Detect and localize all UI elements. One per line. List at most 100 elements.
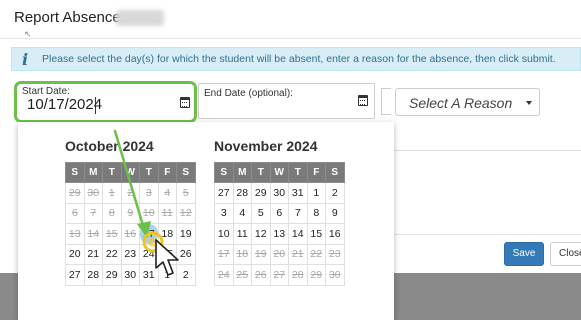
calendar-day[interactable]: 16 bbox=[325, 223, 345, 245]
calendar-week-row: 27 28 29 30 31 1 2 bbox=[214, 182, 345, 204]
calendar-week-row: 10 11 12 13 14 15 16 bbox=[214, 223, 345, 245]
calendar-week-row: 3456789 bbox=[214, 202, 345, 224]
calendar-day-selected[interactable]: 17 bbox=[139, 223, 159, 245]
weekday-header: F bbox=[306, 162, 326, 183]
text-caret bbox=[95, 97, 96, 114]
month-october: October 2024 S M T W T F S 29 30 1 2 3 4 5 6 7 8 9 10 11 12 1… bbox=[65, 138, 196, 286]
calendar-day[interactable]: 27 bbox=[214, 182, 234, 204]
weekday-header: T bbox=[102, 162, 122, 183]
start-date-field[interactable]: Start Date: 10/17/2024 bbox=[14, 81, 197, 123]
weekday-header: W bbox=[269, 162, 289, 183]
calendar-day-disabled: 7 bbox=[83, 202, 103, 224]
calendar-day-disabled: 30 bbox=[83, 182, 103, 204]
calendar-week-row: 29 30 1 2 3 4 5 bbox=[65, 182, 196, 204]
calendar-day[interactable]: 2 bbox=[176, 264, 196, 286]
calendar-day[interactable]: 11 bbox=[232, 223, 252, 245]
calendar-day[interactable]: 19 bbox=[176, 223, 196, 245]
calendar-day[interactable]: 23 bbox=[120, 243, 140, 265]
calendar-day[interactable]: 29 bbox=[102, 264, 122, 286]
reason-select[interactable]: Select A Reason bbox=[395, 88, 540, 116]
calendar-day-disabled: 15 bbox=[102, 223, 122, 245]
weekday-header: S bbox=[176, 162, 196, 183]
form-divider bbox=[394, 150, 581, 151]
calendar-day[interactable]: 31 bbox=[139, 264, 159, 286]
calendar-day-disabled: 3 bbox=[139, 182, 159, 204]
caret-down-icon bbox=[526, 101, 532, 105]
calendar-day-disabled: 23 bbox=[325, 243, 345, 265]
calendar-day-disabled: 12 bbox=[176, 202, 196, 224]
info-alert: i Please select the day(s) for which the… bbox=[11, 47, 581, 71]
calendar-day-disabled: 24 bbox=[214, 264, 234, 286]
calendar-day-disabled: 29 bbox=[65, 182, 85, 204]
weekday-header: T bbox=[288, 162, 308, 183]
info-alert-text: Please select the day(s) for which the s… bbox=[42, 53, 556, 65]
calendar-day-disabled: 11 bbox=[157, 202, 177, 224]
calendar-icon[interactable] bbox=[180, 97, 190, 108]
calendar-day[interactable]: 27 bbox=[65, 264, 85, 286]
close-button[interactable]: Close bbox=[550, 242, 581, 266]
calendar-day[interactable]: 5 bbox=[251, 202, 271, 224]
calendar-week-row: 24 25 26 27 28 29 30 bbox=[214, 264, 345, 286]
calendar-day[interactable]: 30 bbox=[269, 182, 289, 204]
end-date-field[interactable]: End Date (optional): bbox=[198, 83, 375, 119]
calendar-day-disabled: 21 bbox=[288, 243, 308, 265]
calendar-week-row: 6 7 8 9 10 11 12 bbox=[65, 202, 196, 224]
calendar-day[interactable]: 8 bbox=[306, 202, 326, 224]
calendar-day-disabled: 29 bbox=[306, 264, 326, 286]
start-date-input[interactable]: 10/17/2024 bbox=[27, 96, 102, 113]
calendar-day[interactable]: 13 bbox=[269, 223, 289, 245]
calendar-day[interactable]: 18 bbox=[157, 223, 177, 245]
footer-divider bbox=[394, 234, 581, 235]
calendar-day-disabled: 27 bbox=[269, 264, 289, 286]
calendar-day[interactable]: 22 bbox=[102, 243, 122, 265]
calendar-day[interactable]: 9 bbox=[325, 202, 345, 224]
calendar-day[interactable]: 1 bbox=[306, 182, 326, 204]
calendar-day-disabled: 5 bbox=[176, 182, 196, 204]
calendar-day-disabled: 30 bbox=[325, 264, 345, 286]
calendar-day-disabled: 13 bbox=[65, 223, 85, 245]
month-title: November 2024 bbox=[214, 138, 318, 154]
calendar-week-row: 27 28 29 30 31 1 2 bbox=[65, 264, 196, 286]
calendar-day[interactable]: 29 bbox=[251, 182, 271, 204]
calendar-day-disabled: 4 bbox=[157, 182, 177, 204]
reason-select-value: Select A Reason bbox=[409, 95, 513, 111]
end-date-label: End Date (optional): bbox=[204, 88, 293, 99]
calendar-day[interactable]: 3 bbox=[214, 202, 234, 224]
calendar-day[interactable]: 10 bbox=[214, 223, 234, 245]
calendar-day[interactable]: 15 bbox=[306, 223, 326, 245]
calendar-day[interactable]: 1 bbox=[157, 264, 177, 286]
calendar-day[interactable]: 26 bbox=[176, 243, 196, 265]
calendar-day[interactable]: 30 bbox=[120, 264, 140, 286]
calendar-day[interactable]: 4 bbox=[232, 202, 252, 224]
month-grid: S M T W T F S 27 28 29 30 31 1 2 3 4 5 6 7 8 9 10 11 12 13 14 15 16… bbox=[214, 162, 345, 286]
weekday-header: S bbox=[65, 162, 85, 183]
calendar-day[interactable]: 28 bbox=[232, 182, 252, 204]
calendar-day-disabled: 6 bbox=[65, 202, 85, 224]
calendar-day[interactable]: 24 bbox=[139, 243, 159, 265]
month-grid: S M T W T F S 29 30 1 2 3 4 5 6 7 8 9 10 11 12 13 14 15 16 17 18 19… bbox=[65, 162, 196, 286]
calendar-week-row: 17 18 19 20 21 22 23 bbox=[214, 243, 345, 265]
info-icon: i bbox=[22, 50, 29, 69]
date-picker-popup: October 2024 S M T W T F S 29 30 1 2 3 4 5 6 7 8 9 10 11 12 1… bbox=[18, 122, 394, 320]
month-title: October 2024 bbox=[65, 138, 154, 154]
weekday-header: T bbox=[251, 162, 271, 183]
calendar-day[interactable]: 14 bbox=[288, 223, 308, 245]
month-november: November 2024 S M T W T F S 27 28 29 30 31 1 2 3 4 5 6 7 8 9… bbox=[214, 138, 345, 286]
calendar-day[interactable]: 2 bbox=[325, 182, 345, 204]
calendar-day[interactable]: 6 bbox=[269, 202, 289, 224]
calendar-day[interactable]: 20 bbox=[65, 243, 85, 265]
calendar-day-disabled: 1 bbox=[102, 182, 122, 204]
calendar-icon[interactable] bbox=[358, 95, 368, 106]
calendar-day[interactable]: 21 bbox=[83, 243, 103, 265]
calendar-day-disabled: 10 bbox=[139, 202, 159, 224]
calendar-week-row: 20 21 22 23 24 25 26 bbox=[65, 243, 196, 265]
calendar-day[interactable]: 28 bbox=[83, 264, 103, 286]
redacted-student-name bbox=[116, 10, 164, 26]
calendar-day[interactable]: 25 bbox=[157, 243, 177, 265]
calendar-day[interactable]: 7 bbox=[288, 202, 308, 224]
calendar-day[interactable]: 12 bbox=[251, 223, 271, 245]
save-button[interactable]: Save bbox=[504, 242, 544, 266]
calendar-day-disabled: 2 bbox=[120, 182, 140, 204]
calendar-day[interactable]: 31 bbox=[288, 182, 308, 204]
calendar-day-disabled: 19 bbox=[251, 243, 271, 265]
